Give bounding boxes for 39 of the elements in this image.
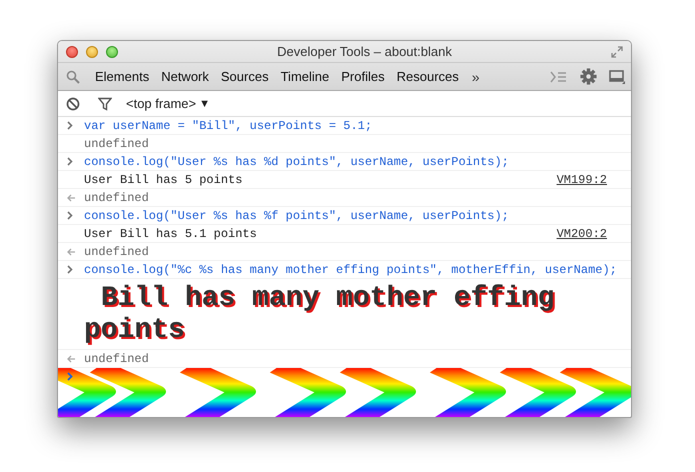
window-title: Developer Tools – about:blank xyxy=(276,44,453,59)
return-arrow-icon xyxy=(67,355,75,363)
panel-tab[interactable]: Timeline xyxy=(276,67,334,86)
clear-console-icon[interactable] xyxy=(66,96,80,110)
dock-icon[interactable] xyxy=(609,70,625,84)
console-command: console.log("User %s has %d points", userName, userPoints); xyxy=(84,154,509,168)
console-message: User Bill has 5 points xyxy=(84,172,242,186)
console-result: undefined xyxy=(84,136,149,150)
panel-tab[interactable]: Resources xyxy=(392,67,464,86)
panel-tab[interactable]: Elements xyxy=(90,67,154,86)
console-command: var userName = "Bill", userPoints = 5.1; xyxy=(84,118,372,132)
panel-tab[interactable]: Sources xyxy=(216,67,274,86)
styled-message: Bill has many mother effing points xyxy=(84,282,556,348)
panel-tab[interactable]: Network xyxy=(156,67,214,86)
source-link[interactable]: VM200:2 xyxy=(556,226,607,240)
more-tabs-button[interactable]: » xyxy=(468,68,484,84)
fullscreen-icon[interactable] xyxy=(611,46,623,58)
console-command: console.log("User %s has %f points", userName, userPoints); xyxy=(84,208,509,222)
settings-icon[interactable] xyxy=(580,68,597,85)
console-result: undefined xyxy=(84,190,149,204)
filter-icon[interactable] xyxy=(98,96,112,110)
minimize-button[interactable] xyxy=(86,46,98,58)
return-arrow-icon xyxy=(67,248,75,256)
chevron-icon xyxy=(67,121,73,130)
prompt-chevron-icon xyxy=(67,372,73,381)
return-arrow-icon xyxy=(67,194,75,202)
zoom-button[interactable] xyxy=(106,46,118,58)
chevron-icon xyxy=(67,211,73,220)
console-result: undefined xyxy=(84,352,149,366)
chevron-icon xyxy=(67,265,73,274)
source-link[interactable]: VM199:2 xyxy=(556,172,607,186)
console-command: console.log("%c %s has many mother effing points", motherEffin, userName); xyxy=(84,262,617,276)
close-button[interactable] xyxy=(66,46,78,58)
console-result: undefined xyxy=(84,244,149,258)
console-message: User Bill has 5.1 points xyxy=(84,226,257,240)
panel-tab[interactable]: Profiles xyxy=(336,67,390,86)
chevron-icon xyxy=(67,157,73,166)
search-icon[interactable] xyxy=(66,70,80,84)
frame-selector[interactable]: <top frame> ▼ xyxy=(126,96,210,111)
